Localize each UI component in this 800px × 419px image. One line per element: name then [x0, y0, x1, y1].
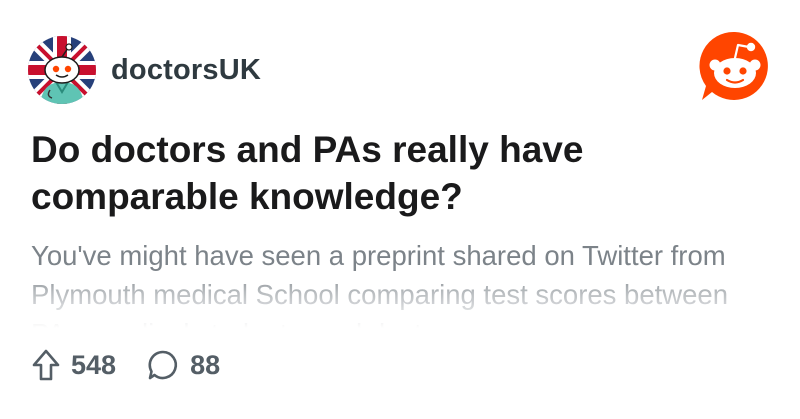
reddit-logo-icon: [699, 31, 768, 100]
post-body-preview[interactable]: You've might have seen a preprint shared…: [31, 236, 771, 328]
comments-button[interactable]: 88: [146, 348, 220, 382]
subreddit-avatar[interactable]: [28, 36, 96, 104]
union-jack-snoo-icon: [28, 36, 96, 104]
post-title[interactable]: Do doctors and PAs really have comparabl…: [31, 126, 751, 220]
reddit-logo[interactable]: [698, 30, 772, 104]
post-body-text: You've might have seen a preprint shared…: [31, 240, 729, 328]
post-header: doctorsUK: [28, 36, 261, 104]
post-stats: 548 88: [31, 347, 220, 383]
upvote-button[interactable]: 548: [31, 348, 116, 382]
subreddit-name[interactable]: doctorsUK: [111, 54, 261, 87]
upvote-arrow-icon: [31, 348, 61, 382]
upvote-count: 548: [71, 349, 117, 380]
comment-count: 88: [190, 349, 221, 380]
comment-bubble-icon: [146, 348, 180, 382]
